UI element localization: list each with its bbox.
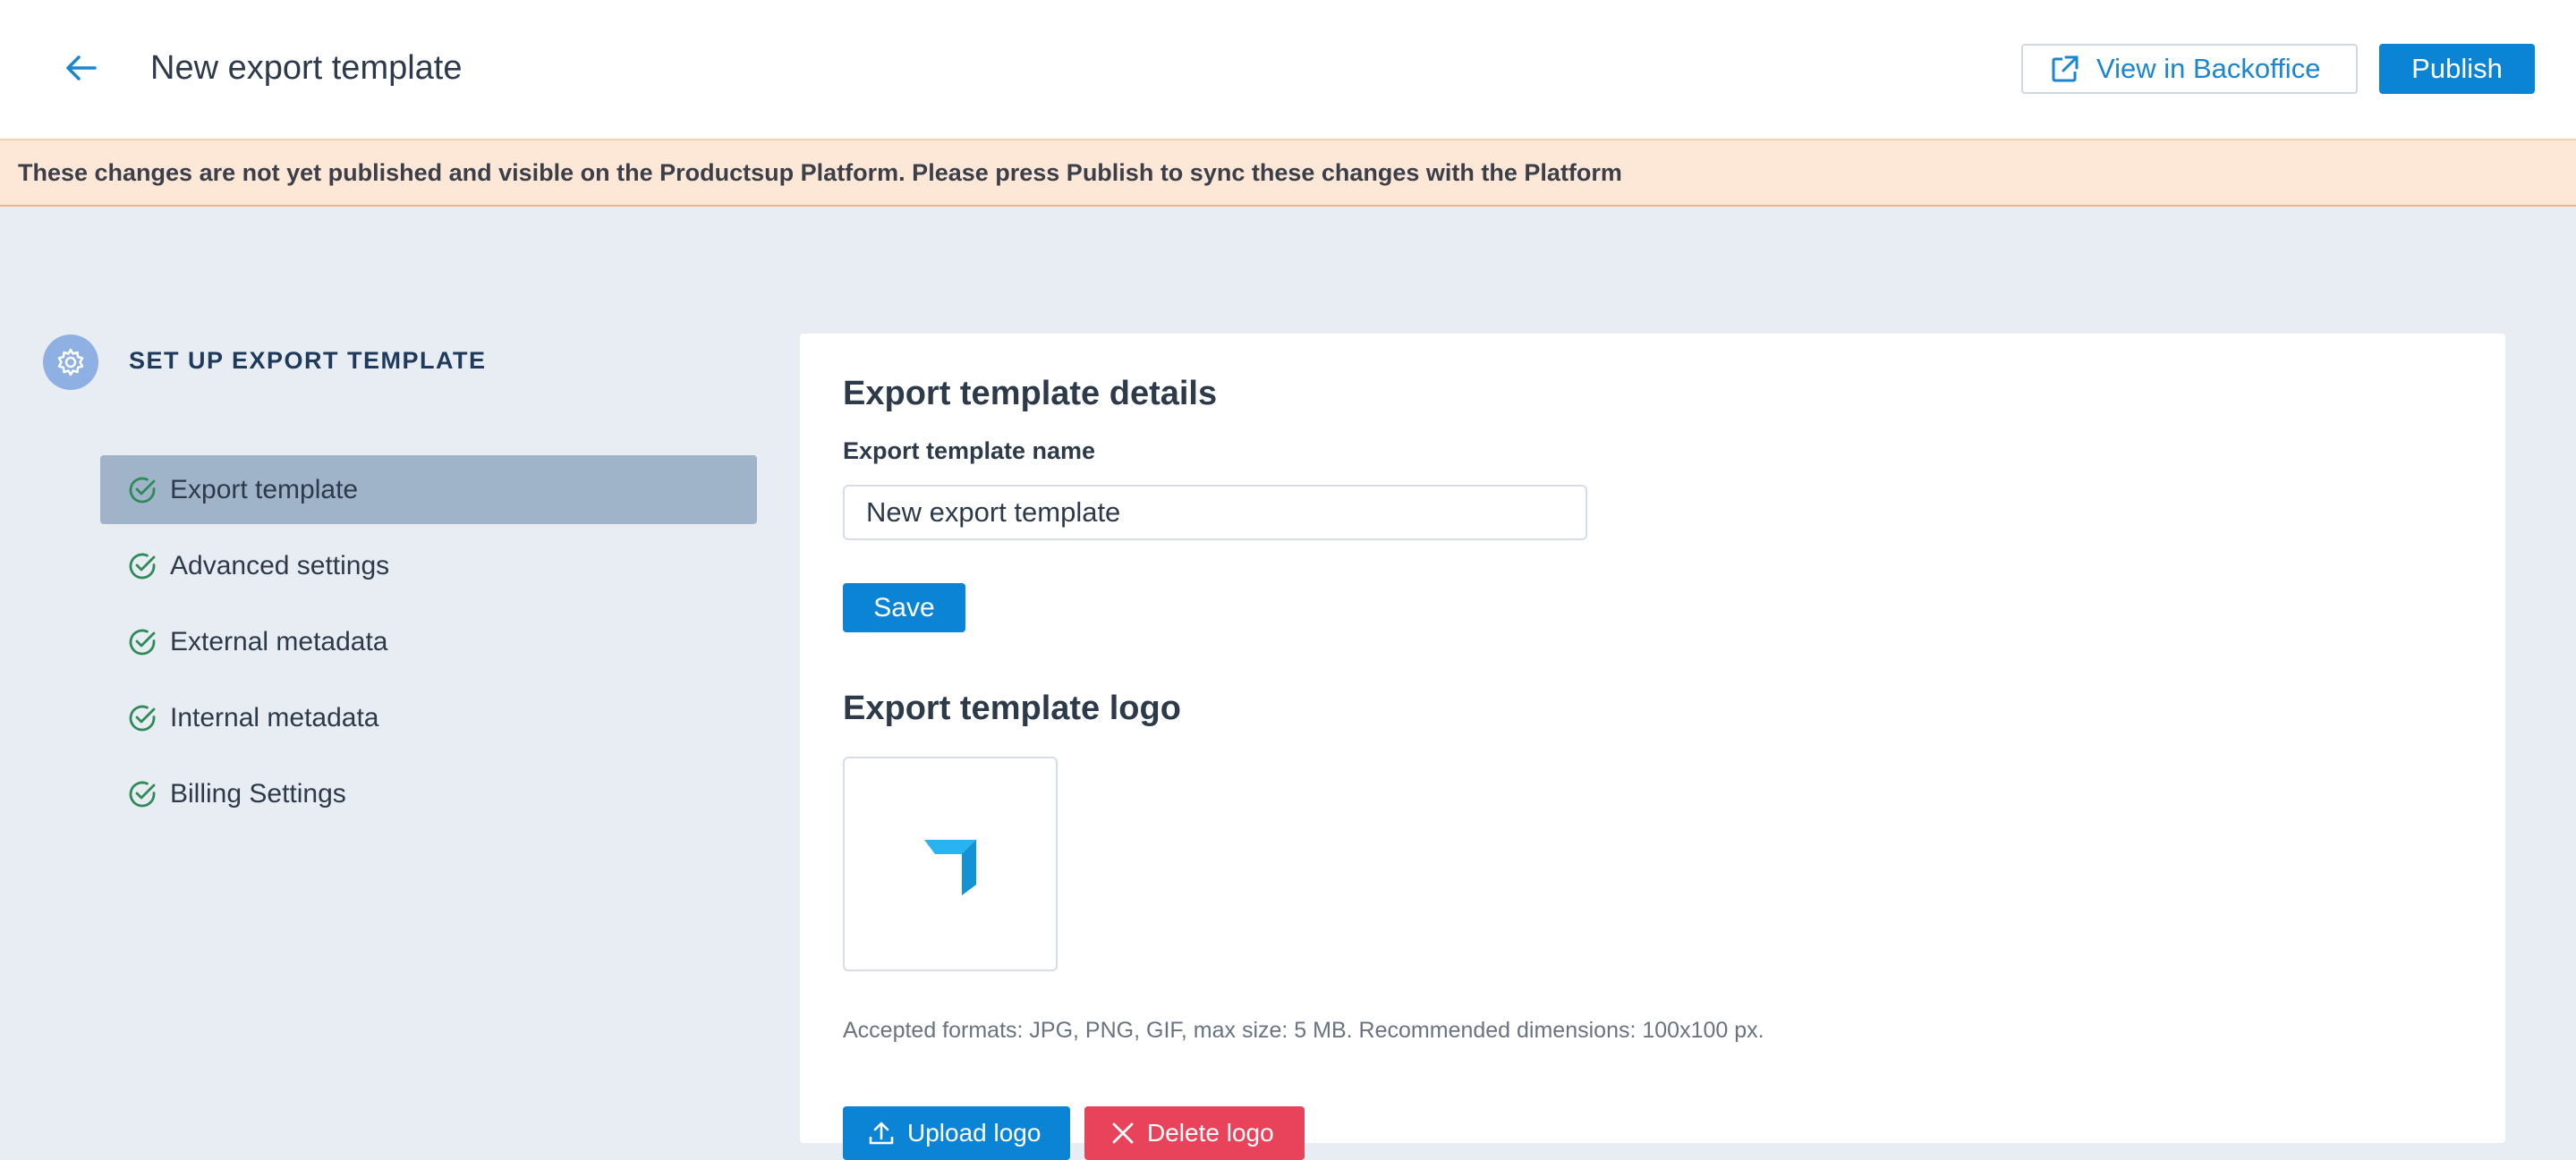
setup-section-title: SET UP EXPORT TEMPLATE — [129, 347, 487, 374]
export-template-card: Export template details Export template … — [800, 334, 2505, 1160]
sidebar-item-export-template[interactable]: Export template — [100, 455, 757, 524]
check-circle-icon — [129, 781, 156, 807]
save-button[interactable]: Save — [843, 583, 965, 632]
close-icon — [1112, 1122, 1134, 1144]
logo-format-help: Accepted formats: JPG, PNG, GIF, max siz… — [843, 1018, 1764, 1043]
top-bar: New export template View in Backoffice P… — [0, 0, 2576, 139]
template-name-input[interactable] — [843, 485, 1587, 540]
check-circle-icon — [129, 629, 156, 655]
delete-logo-button[interactable]: Delete logo — [1084, 1106, 1305, 1160]
arrow-left-icon — [66, 55, 97, 80]
check-circle-icon — [129, 553, 156, 579]
sidebar-item-label: Billing Settings — [170, 778, 346, 809]
gear-icon — [57, 348, 84, 377]
setup-section-badge — [43, 334, 98, 390]
logo-preview — [843, 757, 1058, 971]
details-section-title: Export template details — [843, 375, 1218, 412]
sidebar-item-billing-settings[interactable]: Billing Settings — [100, 759, 757, 828]
sidebar-item-advanced-settings[interactable]: Advanced settings — [100, 531, 757, 600]
sidebar-item-external-metadata[interactable]: External metadata — [100, 607, 757, 676]
back-button[interactable] — [55, 47, 106, 89]
delete-logo-label: Delete logo — [1147, 1119, 1274, 1147]
upload-logo-button[interactable]: Upload logo — [843, 1106, 1070, 1160]
check-circle-icon — [129, 477, 156, 503]
productsup-logo-icon — [924, 840, 976, 895]
sidebar-nav: Export template Advanced settings Extern… — [100, 455, 757, 835]
view-in-backoffice-button[interactable]: View in Backoffice — [2021, 44, 2358, 94]
check-circle-icon — [129, 705, 156, 731]
sidebar-item-label: Advanced settings — [170, 550, 390, 580]
logo-section-title: Export template logo — [843, 690, 1181, 727]
unpublished-warning-banner: These changes are not yet published and … — [0, 139, 2576, 207]
sidebar-item-internal-metadata[interactable]: Internal metadata — [100, 683, 757, 752]
name-field-label: Export template name — [843, 437, 1096, 464]
page-title: New export template — [150, 49, 463, 87]
publish-button[interactable]: Publish — [2379, 44, 2535, 94]
sidebar-item-label: External metadata — [170, 626, 388, 656]
banner-text: These changes are not yet published and … — [18, 158, 1622, 186]
upload-logo-label: Upload logo — [907, 1119, 1041, 1147]
view-in-backoffice-label: View in Backoffice — [2096, 53, 2321, 84]
external-link-icon — [2052, 55, 2079, 82]
sidebar-item-label: Export template — [170, 474, 359, 504]
sidebar-item-label: Internal metadata — [170, 702, 379, 732]
